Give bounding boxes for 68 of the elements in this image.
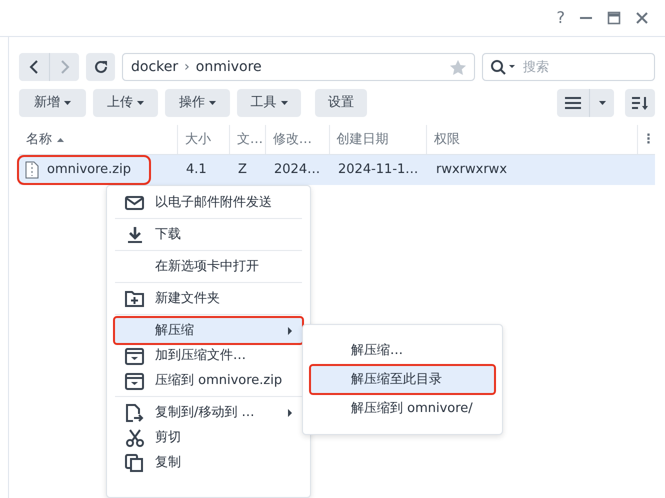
path-separator: › [184,58,190,76]
column-header[interactable]: 大小 [178,125,230,154]
close-icon [635,11,649,25]
search-field[interactable]: 搜索 [482,53,655,81]
menu-item[interactable]: 剪切 [115,425,302,450]
maximize-icon [607,11,621,25]
more-icon[interactable]: ⋮ [638,125,655,154]
sort-icon [632,96,648,110]
table-cell-text: 4.1 [185,161,208,180]
menu-item[interactable]: 新建文件夹 [115,286,302,311]
toolbar-button[interactable]: 工具 [237,89,301,117]
chevron-left-icon [29,60,39,74]
maximize-button[interactable] [607,11,621,25]
submenu-arrow-icon [288,409,292,417]
list-icon [565,96,581,110]
refresh-button[interactable] [86,53,115,81]
caret-icon [598,101,606,105]
path-segment[interactable]: docker [131,56,178,78]
sort-asc-icon [57,138,64,142]
table-cell-text: 2024-11-1… [337,161,420,180]
menu-item[interactable]: 解压缩 [115,318,302,343]
sort-button[interactable] [625,89,655,117]
archive-icon [125,372,145,390]
close-button[interactable] [635,11,649,25]
column-header[interactable]: 创建日期 [330,125,428,154]
archive-icon [125,346,145,364]
menu-item[interactable]: 加到压缩文件… [115,343,302,368]
refresh-icon [94,60,108,74]
path-field[interactable]: docker › onmivore [122,53,475,81]
submenu-item[interactable]: 解压缩到 omnivore/ [311,395,494,422]
toolbar-button[interactable]: 上传 [93,89,158,117]
menu-item[interactable]: 以电子邮件附件发送 [115,190,302,215]
menu-item[interactable]: 压缩到 omnivore.zip [115,368,302,393]
path-segment[interactable]: onmivore [196,56,262,78]
caret-icon [64,101,71,105]
copy-icon [125,454,145,472]
table-cell-text: 2024… [273,161,322,180]
scissors-icon [125,428,145,446]
caret-icon [137,101,144,105]
column-header[interactable]: 修改… [266,125,330,154]
column-header[interactable]: 权限 [427,125,638,154]
zip-file-icon [25,161,39,179]
file-row[interactable]: omnivore.zip 4.1 Z 2024… 2024-11-1… rwxrwxrwx [19,155,655,185]
download-icon [125,226,145,244]
file-arrow-icon [125,404,145,422]
menu-item[interactable]: 在新选项卡中打开 [115,254,302,279]
column-header[interactable]: 文… [230,125,266,154]
submenu-item[interactable]: 解压缩… [311,337,494,364]
submenu-item[interactable]: 解压缩至此目录 [311,366,494,393]
submenu-arrow-icon [288,327,292,335]
chevron-right-icon [60,60,70,74]
help-button[interactable]: ? [556,10,565,26]
search-icon[interactable] [490,59,516,75]
column-header[interactable]: 名称 [19,125,178,154]
toolbar-button[interactable]: 操作 [165,89,230,117]
toolbar-button[interactable]: 设置 [315,89,367,117]
menu-item[interactable]: 复制 [115,450,302,475]
table-cell-text: rwxrwxrwx [435,161,508,180]
star-icon [450,60,466,74]
table-cell-text: Z [237,161,248,180]
new-folder-icon [125,290,145,308]
caret-icon [209,101,216,105]
mail-icon [125,194,145,212]
toolbar-button[interactable]: 新增 [19,89,86,117]
menu-item[interactable]: 复制到/移动到 … [115,400,302,425]
file-name[interactable]: omnivore.zip [47,160,131,180]
menu-item[interactable]: 下载 [115,222,302,247]
caret-icon [280,101,288,105]
